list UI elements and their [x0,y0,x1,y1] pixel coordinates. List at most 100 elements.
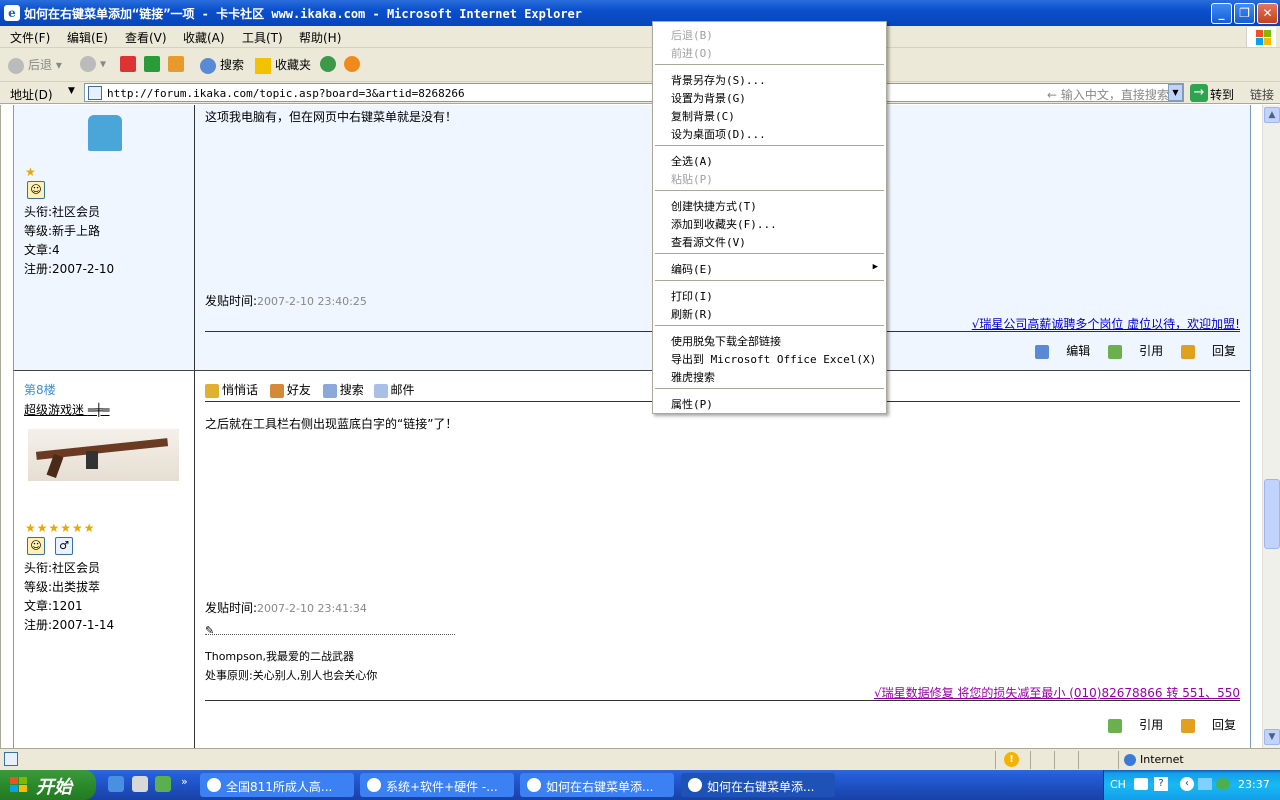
scroll-thumb[interactable] [1264,479,1280,549]
user-avatar [28,429,179,481]
history-button[interactable] [320,56,340,72]
menu-item-export-excel[interactable]: 导出到 Microsoft Office Excel(X) [671,351,876,367]
start-button[interactable]: 开始 [0,770,96,800]
page-content: ★ ☺ 头衔:社区会员 等级:新手上路 文章:4 注册:2007-2-10 这项… [0,105,1262,748]
add-friend-button[interactable]: 好友 [269,383,311,398]
user-info: 头衔:社区会员 等级:新手上路 文章:4 注册:2007-2-10 [24,203,114,279]
user-panel: 第8楼 超级游戏迷 ═╪═ ★★★★★★ ☺ ♂ 头衔:社区会员 等级:出类拔萃… [14,371,195,748]
tray-expand-icon[interactable]: ‹ [1180,777,1194,791]
forward-button[interactable]: ▾ [80,56,106,72]
go-button[interactable]: → 转到 [1188,83,1244,103]
email-button[interactable]: 邮件 [373,383,415,398]
messenger-quicklaunch-icon[interactable] [155,776,171,792]
menu-item-yahoo-search[interactable]: 雅虎搜索 [671,369,715,385]
menu-separator [655,253,884,254]
menu-item-encoding[interactable]: 编码(E) [671,261,713,277]
menu-item-save-background[interactable]: 背景另存为(S)... [671,72,766,88]
ad-link[interactable]: √瑞星数据修复 将您的损失减至最小 (010)82678866 转 551、55… [874,684,1240,701]
ad-link[interactable]: √瑞星公司高薪诚聘多个岗位 虚位以待，欢迎加盟! [972,315,1240,332]
menu-item-view-source[interactable]: 查看源文件(V) [671,234,746,250]
menu-separator [655,325,884,326]
menu-item-set-desktop-item[interactable]: 设为桌面项(D)... [671,126,766,142]
ie-icon [527,778,541,792]
address-dropdown-icon[interactable]: ▼ [68,86,75,96]
language-indicator[interactable]: CH [1110,778,1126,791]
pencil-icon: ✎ [205,624,215,637]
edit-icon [1035,344,1050,359]
menu-item-paste[interactable]: 粘贴(P) [671,171,713,187]
quicklaunch-expand-icon[interactable]: » [181,775,188,788]
warning-icon[interactable]: ! [1004,752,1019,767]
taskbar-item[interactable]: 全国811所成人高... [200,773,354,797]
messenger-icon [344,56,360,72]
refresh-button[interactable] [144,56,164,72]
menu-item-forward[interactable]: 前进(O) [671,45,713,61]
help-icon[interactable]: ? [1154,777,1168,791]
taskbar-item[interactable]: 系统+软件+硬件 -... [360,773,514,797]
favorites-button[interactable]: 收藏夹 [255,56,311,74]
umbrella-icon[interactable] [1216,778,1230,790]
quote-icon [1108,718,1123,733]
vertical-scrollbar[interactable]: ▲ ▼ [1262,105,1280,748]
menu-edit[interactable]: 编辑(E) [67,29,108,46]
search-dropdown-icon[interactable]: ▼ [1168,84,1183,101]
restore-button[interactable]: ❐ [1234,3,1255,24]
edit-button[interactable]: 编辑 [1035,344,1090,359]
user-post-count: 文章:1201 [24,599,83,613]
quote-button[interactable]: 引用 [1108,344,1163,359]
search-button[interactable]: 搜索 [200,56,244,74]
quote-button[interactable]: 引用 [1108,718,1163,733]
user-level: 等级:出类拔萃 [24,580,101,594]
menu-item-select-all[interactable]: 全选(A) [671,153,713,169]
scroll-up-icon[interactable]: ▲ [1264,107,1280,123]
username-link[interactable]: 超级游戏迷 ═╪═ [24,401,110,418]
taskbar-item[interactable]: 如何在右键菜单添... [520,773,674,797]
menu-tools[interactable]: 工具(T) [242,29,283,46]
menu-favorites[interactable]: 收藏(A) [183,29,225,46]
back-button[interactable]: 后退 ▾ [8,56,62,74]
inline-search-input[interactable]: ← 输入中文，直接搜索 [1047,86,1169,103]
stop-icon [120,56,136,72]
menu-item-download-all-links[interactable]: 使用脱兔下载全部链接 [671,333,781,349]
stop-button[interactable] [120,56,140,72]
user-search-button[interactable]: 搜索 [322,383,364,398]
menu-item-properties[interactable]: 属性(P) [671,396,713,412]
reply-button[interactable]: 回复 [1180,344,1236,359]
close-button[interactable]: ✕ [1257,3,1278,24]
post-body: 这项我电脑有，但在网页中右键菜单就是没有！ [205,110,458,124]
messenger-button[interactable] [344,56,364,72]
search-icon [322,383,337,398]
clock[interactable]: 23:37 [1238,778,1270,791]
reply-button[interactable]: 回复 [1180,718,1236,733]
menu-item-copy-background[interactable]: 复制背景(C) [671,108,735,124]
links-toolbar[interactable]: 链接 [1250,86,1274,103]
address-input[interactable]: http://forum.ikaka.com/topic.asp?board=3… [84,83,1184,102]
signature: Thompson,我最爱的二战武器 处事原则:关心别人,别人也会关心你 [205,650,378,682]
menu-help[interactable]: 帮助(H) [299,29,341,46]
menu-item-print[interactable]: 打印(I) [671,288,713,304]
user-info: 头衔:社区会员 等级:出类拔萃 文章:1201 注册:2007-1-14 [24,559,114,635]
keyboard-icon[interactable] [1134,778,1148,790]
menu-separator [655,388,884,389]
history-icon [320,56,336,72]
menu-item-set-background[interactable]: 设置为背景(G) [671,90,746,106]
private-message-button[interactable]: 悄悄话 [205,383,258,398]
desktop-quicklaunch-icon[interactable] [132,776,148,792]
taskbar-item-active[interactable]: 如何在右键菜单添... [681,773,835,797]
signature-divider: ✎ [205,623,455,637]
menu-item-back[interactable]: 后退(B) [671,27,713,43]
menu-item-create-shortcut[interactable]: 创建快捷方式(T) [671,198,757,214]
page-status-icon [4,752,18,766]
gender-icon: ═╪═ [87,403,110,417]
home-button[interactable] [168,56,188,72]
ie-quicklaunch-icon[interactable] [108,776,124,792]
menu-file[interactable]: 文件(F) [10,29,50,46]
menu-item-refresh[interactable]: 刷新(R) [671,306,713,322]
network-icon[interactable] [1198,778,1212,790]
scroll-down-icon[interactable]: ▼ [1264,729,1280,745]
back-arrow-icon [8,57,24,74]
menu-view[interactable]: 查看(V) [125,29,167,46]
minimize-button[interactable]: _ [1211,3,1232,24]
title-bar[interactable]: e 如何在右键菜单添加“链接”一项 - 卡卡社区 www.ikaka.com -… [0,0,1280,26]
menu-item-add-favorites[interactable]: 添加到收藏夹(F)... [671,216,777,232]
